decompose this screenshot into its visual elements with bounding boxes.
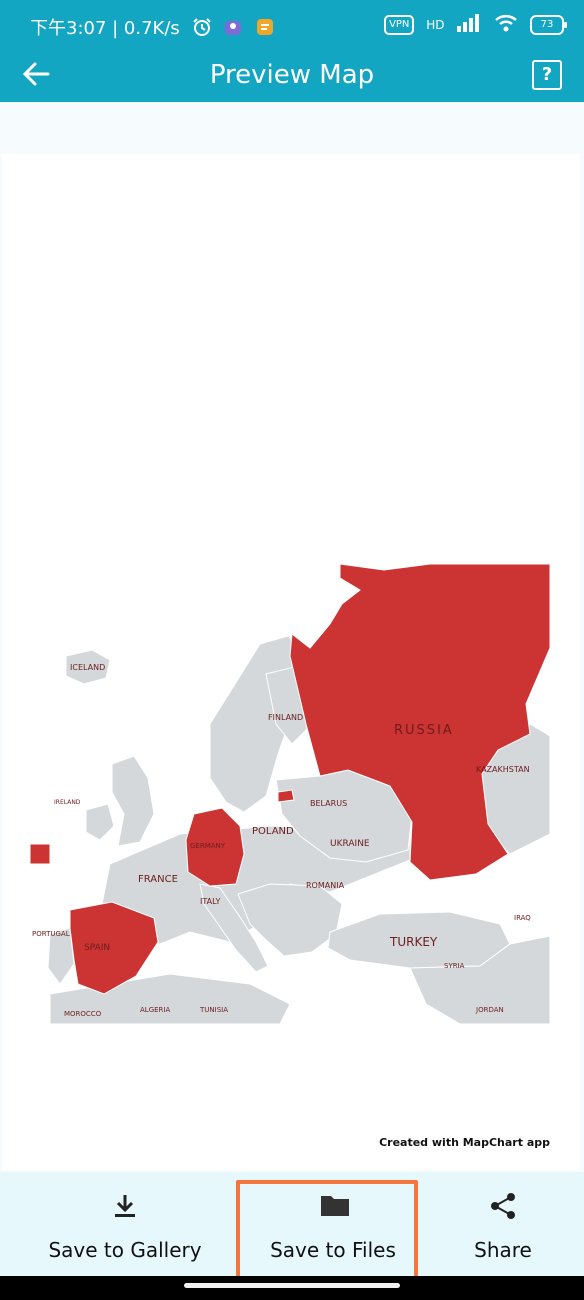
map-label-algeria: ALGERIA: [140, 1006, 170, 1014]
map-label-kazakhstan: KAZAKHSTAN: [476, 765, 530, 774]
map-label-russia: RUSSIA: [394, 723, 454, 738]
map-credit: Created with MapChart app: [379, 1136, 550, 1149]
status-right: VPN HD 73: [376, 14, 567, 35]
system-nav-bar: [0, 1276, 584, 1300]
home-gesture-handle[interactable]: [184, 1283, 400, 1288]
map-region-kaliningrad: [277, 789, 295, 803]
map-label-portugal: PORTUGAL: [32, 930, 70, 938]
save-to-gallery-label: Save to Gallery: [48, 1238, 202, 1262]
assistant-app-icon: [223, 17, 243, 42]
map-label-italy: ITALY: [200, 897, 220, 906]
save-to-gallery-button[interactable]: Save to Gallery: [40, 1192, 210, 1276]
map-region-uk: [111, 755, 155, 847]
map-label-turkey: TURKEY: [389, 935, 438, 949]
vpn-badge: VPN: [384, 14, 415, 35]
map-label-belarus: BELARUS: [310, 799, 347, 808]
notes-app-icon: [255, 17, 275, 42]
share-button[interactable]: Share: [448, 1192, 558, 1276]
europe-map: RUSSIA ICELAND FINLAND POLAND BELARUS UK…: [29, 563, 551, 1025]
map-region-island-marker: [29, 843, 51, 865]
map-label-ukraine: UKRAINE: [330, 839, 370, 849]
map-label-morocco: MOROCCO: [64, 1010, 102, 1018]
map-label-germany: GERMANY: [190, 842, 226, 850]
download-icon: [111, 1192, 139, 1220]
wifi-icon: [494, 14, 518, 35]
battery-icon: 73: [530, 14, 567, 35]
app-bar: Preview Map ?: [0, 52, 584, 102]
share-label: Share: [474, 1238, 532, 1262]
map-preview-area: RUSSIA ICELAND FINLAND POLAND BELARUS UK…: [0, 102, 584, 1172]
map-label-syria: SYRIA: [444, 962, 465, 970]
map-label-iceland: ICELAND: [70, 663, 105, 672]
map-canvas: RUSSIA ICELAND FINLAND POLAND BELARUS UK…: [2, 154, 580, 1170]
share-icon: [489, 1192, 517, 1220]
map-label-poland: POLAND: [252, 826, 294, 837]
alarm-icon: [192, 17, 212, 42]
status-left: 下午3:07 | 0.7K/s: [30, 14, 275, 42]
question-mark-icon: ?: [541, 64, 553, 85]
map-region-ireland: [85, 803, 115, 841]
help-button[interactable]: ?: [532, 60, 562, 90]
map-label-romania: ROMANIA: [306, 881, 345, 890]
map-label-jordan: JORDAN: [475, 1006, 504, 1014]
network-type: HD: [426, 17, 445, 32]
page-title: Preview Map: [209, 60, 375, 90]
map-label-ireland: IRELAND: [54, 799, 81, 806]
status-time-speed: 下午3:07 | 0.7K/s: [30, 18, 180, 39]
map-label-iraq: IRAQ: [514, 914, 531, 922]
map-label-france: FRANCE: [138, 874, 178, 885]
map-label-finland: FINLAND: [268, 713, 303, 722]
map-label-spain: SPAIN: [84, 943, 110, 953]
status-bar: 下午3:07 | 0.7K/s VPN HD 73: [0, 0, 584, 52]
signal-icon: [456, 14, 482, 35]
map-label-tunisia: TUNISIA: [199, 1006, 228, 1014]
